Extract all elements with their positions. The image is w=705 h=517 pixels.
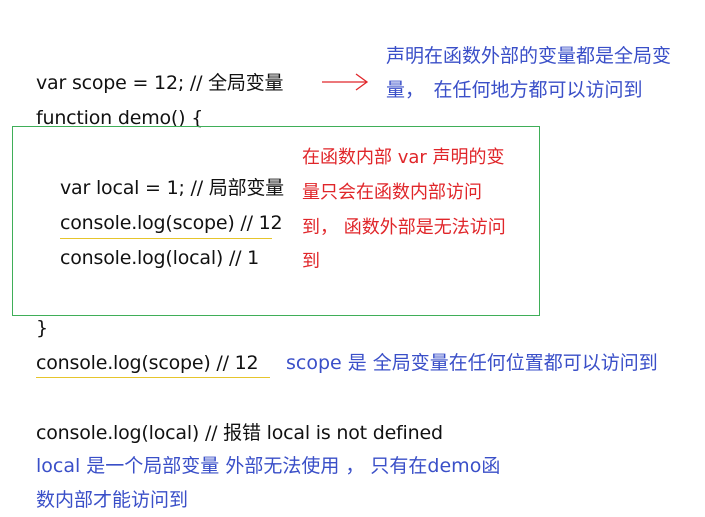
arrow-right-icon <box>322 73 369 91</box>
code-line-log-local-outer: console.log(local) // 报错 local is not de… <box>36 422 443 444</box>
code-line-var-local: var local = 1; // 局部变量 <box>60 177 284 199</box>
local-variable-note-line2: 量只会在函数内部访问 <box>302 182 482 203</box>
code-line-log-local-inner: console.log(local) // 1 <box>60 247 260 269</box>
code-line-log-scope-outer: console.log(scope) // 12 <box>36 352 259 374</box>
underline-inner-log-scope <box>60 238 272 239</box>
underline-outer-log-scope <box>36 377 270 378</box>
local-variable-note-line3: 到， 函数外部是无法访问 <box>302 217 506 238</box>
global-variable-note-line1: 声明在函数外部的变量都是全局变 <box>386 45 672 67</box>
code-line-log-scope-inner: console.log(scope) // 12 <box>60 212 283 234</box>
local-outside-note-line2: 数内部才能访问到 <box>36 489 189 511</box>
global-variable-note-line2: 量， 在任何地方都可以访问到 <box>386 79 643 101</box>
scope-global-note: scope 是 全局变量在任何位置都可以访问到 <box>286 352 658 374</box>
local-outside-note-line1: local 是一个局部变量 外部无法使用 ， 只有在demo函 <box>36 455 501 477</box>
local-variable-note-line4: 到 <box>302 251 320 272</box>
code-line-var-scope: var scope = 12; // 全局变量 <box>36 72 284 94</box>
local-variable-note-line1: 在函数内部 var 声明的变 <box>302 147 505 168</box>
code-line-close-brace: } <box>36 317 48 339</box>
